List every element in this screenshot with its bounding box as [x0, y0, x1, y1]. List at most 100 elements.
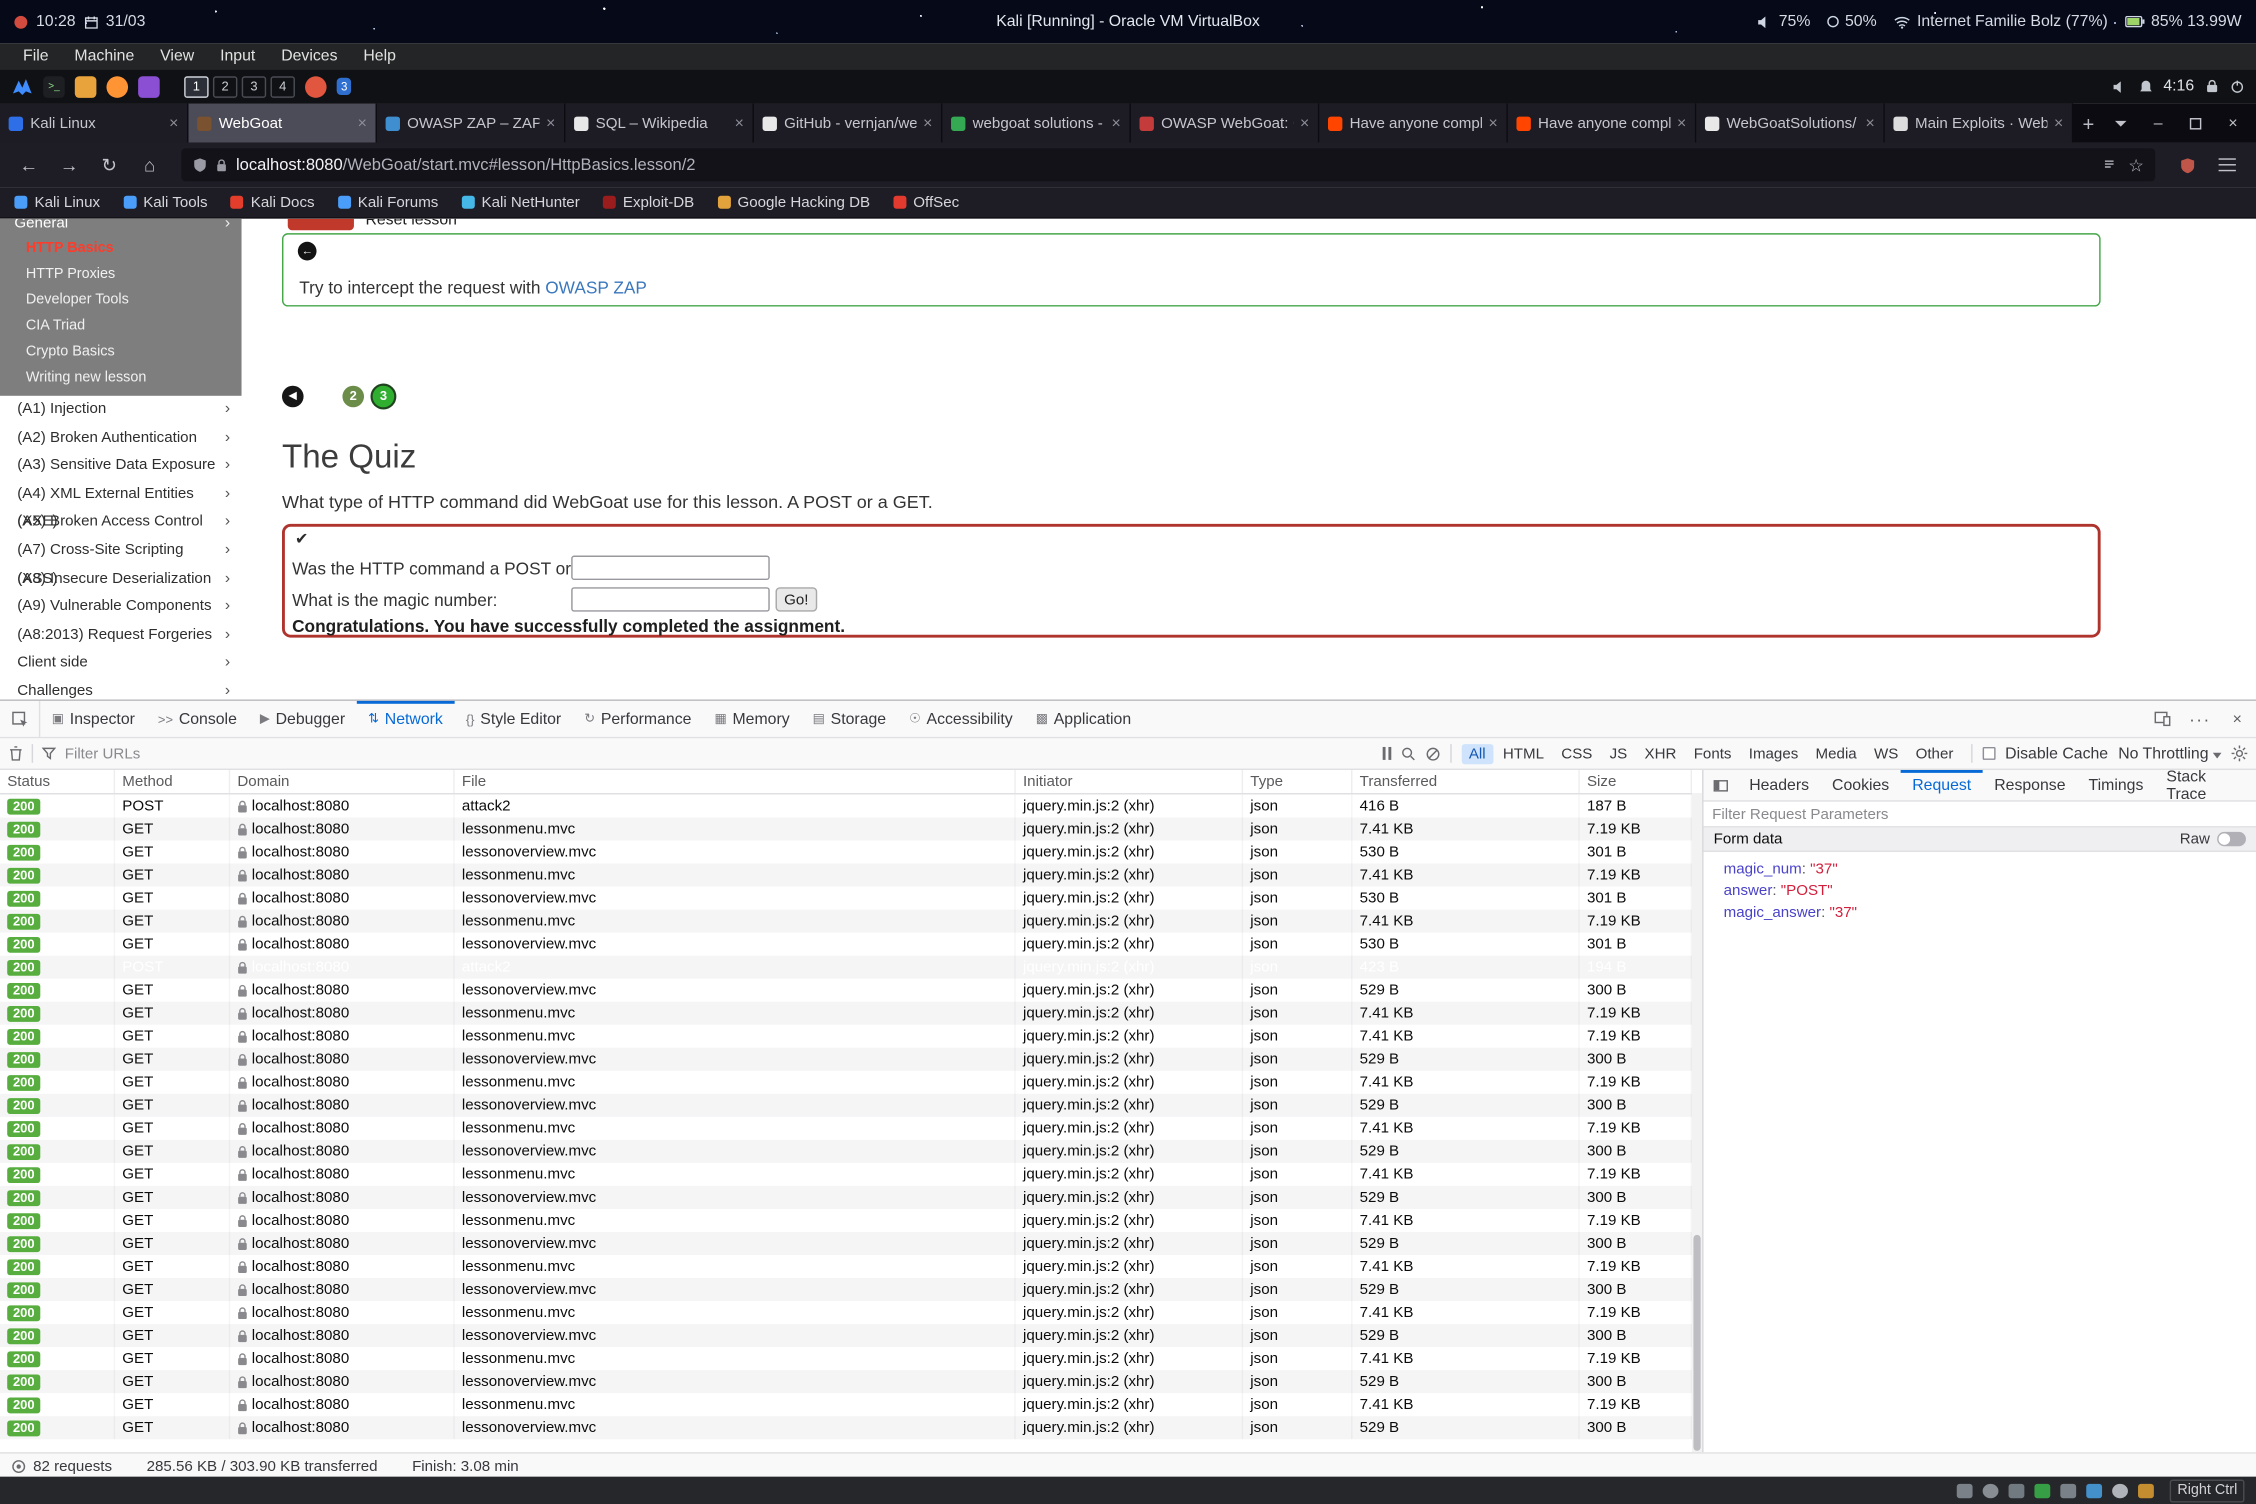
- terminal-icon[interactable]: >_: [43, 76, 65, 98]
- sidebar-lesson-item[interactable]: HTTP Basics ✓: [0, 236, 242, 262]
- scrollbar-thumb[interactable]: [1693, 1235, 1700, 1451]
- request-panel-tab[interactable]: Response: [1983, 770, 2077, 800]
- pager-page-button[interactable]: 2: [342, 386, 364, 408]
- browser-tab[interactable]: Main Exploits · Web ×: [1885, 104, 2073, 143]
- magic-number-input[interactable]: [571, 587, 770, 611]
- initiator-link[interactable]: jquery.min.js:2 (xhr): [1016, 887, 1243, 910]
- sidebar-category-item[interactable]: (A5) Broken Access Control ›: [0, 509, 242, 537]
- sidebar-category-item[interactable]: Client side ›: [0, 650, 242, 678]
- tab-close-icon[interactable]: ×: [2054, 114, 2063, 131]
- vbox-menu-item[interactable]: Machine: [63, 43, 146, 69]
- workspace-button[interactable]: 1: [184, 76, 208, 98]
- power-icon[interactable]: [2230, 79, 2244, 93]
- request-panel-tab[interactable]: Timings: [2077, 770, 2155, 800]
- bell-icon[interactable]: [2139, 79, 2152, 93]
- network-request-row[interactable]: 200 GET localhost:8080 lessonoverview.mv…: [0, 933, 1692, 956]
- initiator-link[interactable]: jquery.min.js:2 (xhr): [1016, 1048, 1243, 1071]
- network-request-row[interactable]: 200 GET localhost:8080 lessonoverview.mv…: [0, 1278, 1692, 1301]
- type-filter-button[interactable]: HTML: [1496, 743, 1552, 763]
- bookmark-item[interactable]: Google Hacking DB: [717, 194, 870, 211]
- file-manager-icon[interactable]: [75, 76, 97, 98]
- network-request-row[interactable]: 200 GET localhost:8080 lessonoverview.mv…: [0, 1324, 1692, 1347]
- table-scrollbar[interactable]: [1692, 793, 1702, 1452]
- request-panel-tab[interactable]: Headers: [1738, 770, 1821, 800]
- split-panel-icon[interactable]: [1704, 770, 1738, 800]
- network-request-row[interactable]: 200 GET localhost:8080 lessonmenu.mvc jq…: [0, 1025, 1692, 1048]
- menu-hamburger-icon[interactable]: [2210, 148, 2245, 183]
- sidebar-lesson-item[interactable]: Writing new lesson ✓: [0, 366, 242, 392]
- sidebar-category-item[interactable]: (A3) Sensitive Data Exposure ›: [0, 452, 242, 480]
- forward-button[interactable]: →: [52, 148, 87, 183]
- reader-mode-icon[interactable]: [2102, 158, 2116, 172]
- initiator-link[interactable]: jquery.min.js:2 (xhr): [1016, 1232, 1243, 1255]
- vbox-menu-item[interactable]: File: [12, 43, 61, 69]
- window-minimize-button[interactable]: –: [2141, 104, 2176, 143]
- network-request-row[interactable]: 200 GET localhost:8080 lessonmenu.mvc jq…: [0, 1002, 1692, 1025]
- workspace-button[interactable]: 4: [270, 76, 294, 98]
- network-request-row[interactable]: 200 GET localhost:8080 lessonoverview.mv…: [0, 1186, 1692, 1209]
- network-request-row[interactable]: 200 POST localhost:8080 attack2 jquery.m…: [0, 794, 1692, 817]
- column-header[interactable]: Type: [1243, 770, 1352, 793]
- sidebar-lesson-item[interactable]: Developer Tools ✓: [0, 288, 242, 314]
- initiator-link[interactable]: jquery.min.js:2 (xhr): [1016, 1370, 1243, 1393]
- devtools-tab[interactable]: ↻ Performance: [573, 701, 703, 737]
- tab-close-icon[interactable]: ×: [358, 114, 367, 131]
- tab-close-icon[interactable]: ×: [546, 114, 555, 131]
- browser-tab[interactable]: Have anyone compl ×: [1508, 104, 1696, 143]
- window-restore-button[interactable]: [2178, 104, 2213, 143]
- workspace-button[interactable]: 2: [213, 76, 237, 98]
- type-filter-button[interactable]: Media: [1808, 743, 1864, 763]
- clear-requests-icon[interactable]: [9, 746, 23, 762]
- browser-tab[interactable]: OWASP WebGoat: G ×: [1131, 104, 1319, 143]
- vbox-menu-item[interactable]: Help: [352, 43, 408, 69]
- sidebar-category-item[interactable]: Challenges ›: [0, 678, 242, 700]
- go-button[interactable]: Go!: [776, 587, 818, 611]
- initiator-link[interactable]: jquery.min.js:2 (xhr): [1016, 1186, 1243, 1209]
- devtools-options-icon[interactable]: ···: [2181, 701, 2218, 737]
- network-request-row[interactable]: 200 GET localhost:8080 lessonmenu.mvc jq…: [0, 1393, 1692, 1416]
- browser-tab[interactable]: OWASP ZAP – ZAP ×: [377, 104, 565, 143]
- tab-close-icon[interactable]: ×: [1112, 114, 1121, 131]
- bookmark-item[interactable]: Kali Tools: [123, 194, 208, 211]
- column-header[interactable]: Method: [115, 770, 230, 793]
- bookmark-item[interactable]: Kali Forums: [338, 194, 439, 211]
- type-filter-button[interactable]: All: [1462, 743, 1493, 763]
- filter-request-parameters-input[interactable]: [1712, 805, 2247, 822]
- network-request-row[interactable]: 200 GET localhost:8080 lessonmenu.mvc jq…: [0, 910, 1692, 933]
- browser-tab[interactable]: Kali Linux ×: [0, 104, 188, 143]
- request-panel-tab[interactable]: Request: [1901, 770, 1983, 800]
- devtools-tab[interactable]: ▦ Memory: [703, 701, 801, 737]
- browser-tab[interactable]: GitHub - vernjan/we ×: [754, 104, 942, 143]
- bookmark-item[interactable]: Kali NetHunter: [461, 194, 579, 211]
- network-request-row[interactable]: 200 GET localhost:8080 lessonmenu.mvc jq…: [0, 817, 1692, 840]
- throttling-select[interactable]: No Throttling: [2118, 745, 2221, 762]
- devtools-tab[interactable]: ▩ Application: [1024, 701, 1142, 737]
- network-request-row[interactable]: 200 GET localhost:8080 lessonmenu.mvc jq…: [0, 1163, 1692, 1186]
- search-icon[interactable]: [1401, 746, 1415, 760]
- initiator-link[interactable]: jquery.min.js:2 (xhr): [1016, 933, 1243, 956]
- devtools-close-icon[interactable]: ×: [2219, 701, 2256, 737]
- network-request-row[interactable]: 200 GET localhost:8080 lessonmenu.mvc jq…: [0, 1117, 1692, 1140]
- initiator-link[interactable]: jquery.min.js:2 (xhr): [1016, 1301, 1243, 1324]
- network-request-row[interactable]: 200 GET localhost:8080 lessonoverview.mv…: [0, 841, 1692, 864]
- initiator-link[interactable]: jquery.min.js:2 (xhr): [1016, 1163, 1243, 1186]
- har-settings-gear-icon[interactable]: [2232, 746, 2248, 762]
- initiator-link[interactable]: jquery.min.js:2 (xhr): [1016, 1071, 1243, 1094]
- column-header[interactable]: Initiator: [1016, 770, 1243, 793]
- type-filter-button[interactable]: Other: [1908, 743, 1960, 763]
- vbox-menu-item[interactable]: Input: [209, 43, 267, 69]
- responsive-design-icon[interactable]: [2144, 701, 2181, 737]
- pause-log-icon[interactable]: [1382, 747, 1391, 760]
- owasp-zap-link[interactable]: OWASP ZAP: [545, 278, 647, 298]
- disable-cache-checkbox[interactable]: [1982, 747, 1995, 760]
- type-filter-button[interactable]: Fonts: [1686, 743, 1738, 763]
- initiator-link[interactable]: jquery.min.js:2 (xhr): [1016, 956, 1243, 979]
- column-header[interactable]: Domain: [230, 770, 454, 793]
- column-header[interactable]: Transferred: [1352, 770, 1579, 793]
- initiator-link[interactable]: jquery.min.js:2 (xhr): [1016, 841, 1243, 864]
- sidebar-category-item[interactable]: (A2) Broken Authentication ›: [0, 424, 242, 452]
- browser-tab[interactable]: SQL – Wikipedia ×: [565, 104, 753, 143]
- sidebar-category-item[interactable]: (A9) Vulnerable Components ›: [0, 593, 242, 621]
- pager-back-button[interactable]: ◀: [282, 386, 304, 408]
- network-request-row[interactable]: 200 GET localhost:8080 lessonoverview.mv…: [0, 1048, 1692, 1071]
